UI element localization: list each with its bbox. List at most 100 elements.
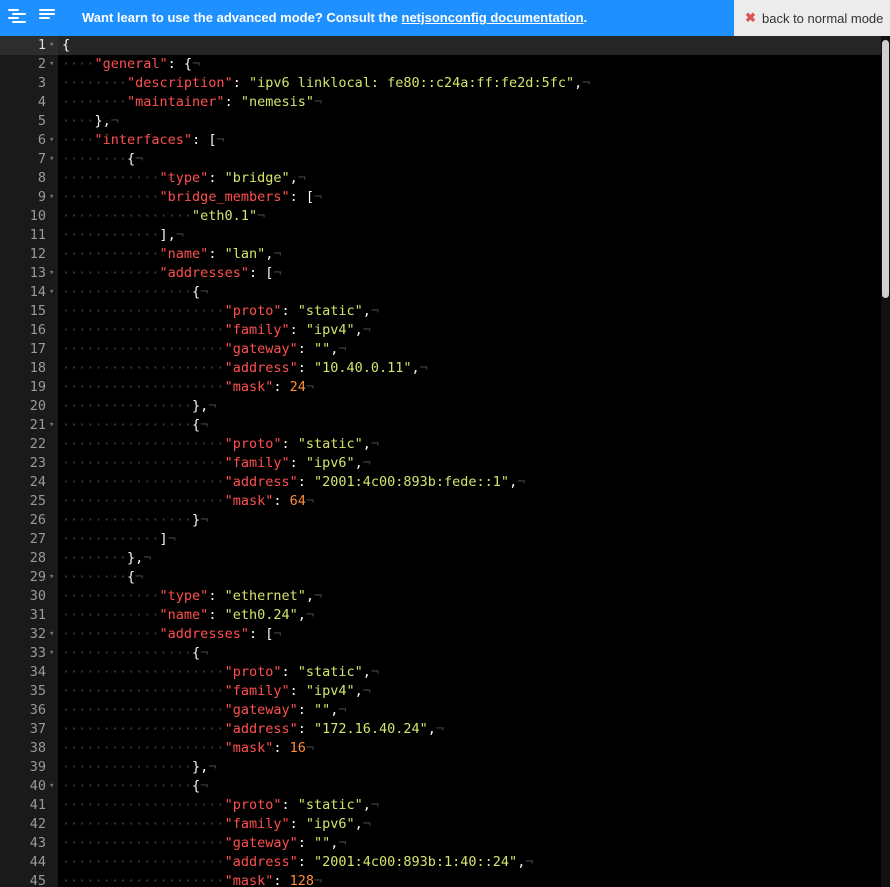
line-number: 9 (37, 189, 46, 205)
code-line[interactable]: 33 ▾ ················{¬ (0, 644, 881, 663)
code-line[interactable]: 7 ▾ ········{¬ (0, 150, 881, 169)
code-line[interactable]: 36 ····················"gateway": "",¬ (0, 701, 881, 720)
code-line[interactable]: 28 ········},¬ (0, 549, 881, 568)
code-line[interactable]: 23 ····················"family": "ipv6",¬ (0, 454, 881, 473)
code-line[interactable]: 45 ····················"mask": 128¬ (0, 872, 881, 887)
json-string: "eth0.1" (192, 208, 258, 224)
code-line[interactable]: 14 ▾ ················{¬ (0, 283, 881, 302)
line-number: 36 (29, 702, 46, 718)
code-line[interactable]: 26 ················}¬ (0, 511, 881, 530)
code-line[interactable]: 37 ····················"address": "172.16… (0, 720, 881, 739)
code-text: ····················"gateway": "",¬ (62, 834, 347, 853)
fold-toggle-icon[interactable]: ▾ (49, 264, 54, 283)
code-line[interactable]: 12 ············"name": "lan",¬ (0, 245, 881, 264)
code-line[interactable]: 20 ················},¬ (0, 397, 881, 416)
json-key: "mask" (224, 379, 274, 395)
code-line[interactable]: 17 ····················"gateway": "",¬ (0, 340, 881, 359)
code-line[interactable]: 41 ····················"proto": "static",… (0, 796, 881, 815)
indent-guide: ············ (62, 588, 160, 604)
line-number: 41 (29, 797, 46, 813)
close-icon: ✖ (745, 10, 756, 25)
fold-toggle-icon[interactable]: ▾ (49, 644, 54, 663)
json-key: "mask" (224, 873, 274, 887)
code-line[interactable]: 19 ····················"mask": 24¬ (0, 378, 881, 397)
end-of-line-marker: ¬ (362, 683, 371, 699)
code-line[interactable]: 4 ········"maintainer": "nemesis"¬ (0, 93, 881, 112)
code-line[interactable]: 10 ················"eth0.1"¬ (0, 207, 881, 226)
code-line[interactable]: 1 ▾ { (0, 36, 881, 55)
end-of-line-marker: ¬ (525, 854, 534, 870)
code-line[interactable]: 15 ····················"proto": "static",… (0, 302, 881, 321)
end-of-line-marker: ¬ (338, 702, 347, 718)
fold-toggle-icon[interactable]: ▾ (49, 188, 54, 207)
code-line[interactable]: 42 ····················"family": "ipv6",¬ (0, 815, 881, 834)
fold-toggle-icon[interactable]: ▾ (49, 625, 54, 644)
fold-toggle-icon[interactable]: ▾ (49, 283, 54, 302)
code-text: ················{¬ (62, 777, 208, 796)
code-line[interactable]: 27 ············]¬ (0, 530, 881, 549)
end-of-line-marker: ¬ (273, 265, 282, 281)
code-line[interactable]: 2 ▾ ····"general": {¬ (0, 55, 881, 74)
json-punctuation: , (297, 607, 306, 623)
code-line[interactable]: 31 ············"name": "eth0.24",¬ (0, 606, 881, 625)
json-editor[interactable]: 1 ▾{2 ▾ ····"general": {¬ 3 ········"descript… (0, 36, 890, 887)
code-text: ············]¬ (62, 530, 176, 549)
scrollbar-thumb[interactable] (882, 40, 889, 298)
documentation-link[interactable]: netjsonconfig documentation (402, 10, 584, 25)
json-punctuation: : (281, 436, 298, 452)
code-lines[interactable]: 1 ▾{2 ▾ ····"general": {¬ 3 ········"descript… (0, 36, 881, 887)
code-line[interactable]: 8 ············"type": "bridge",¬ (0, 169, 881, 188)
code-line[interactable]: 34 ····················"proto": "static",… (0, 663, 881, 682)
code-line[interactable]: 44 ····················"address": "2001:4… (0, 853, 881, 872)
json-punctuation: : [ (248, 626, 274, 642)
code-line[interactable]: 16 ····················"family": "ipv4",¬ (0, 321, 881, 340)
fold-toggle-icon[interactable]: ▾ (49, 36, 54, 55)
code-line[interactable]: 3 ········"description": "ipv6 linklocal:… (0, 74, 881, 93)
code-line[interactable]: 11 ············],¬ (0, 226, 881, 245)
code-line[interactable]: 38 ····················"mask": 16¬ (0, 739, 881, 758)
end-of-line-marker: ¬ (338, 341, 347, 357)
line-number: 45 (29, 873, 46, 887)
fold-toggle-icon[interactable]: ▾ (49, 777, 54, 796)
code-line[interactable]: 30 ············"type": "ethernet",¬ (0, 587, 881, 606)
code-line[interactable]: 24 ····················"address": "2001:4… (0, 473, 881, 492)
json-string: "bridge" (224, 170, 290, 186)
end-of-line-marker: ¬ (200, 512, 209, 528)
format-icon[interactable] (39, 9, 57, 23)
code-line[interactable]: 32 ▾ ············"addresses": [¬ (0, 625, 881, 644)
code-text: ····"interfaces": [¬ (62, 131, 225, 150)
code-text: ········{¬ (62, 150, 143, 169)
code-line[interactable]: 43 ····················"gateway": "",¬ (0, 834, 881, 853)
code-line[interactable]: 9 ▾ ············"bridge_members": [¬ (0, 188, 881, 207)
code-line[interactable]: 13 ▾ ············"addresses": [¬ (0, 264, 881, 283)
code-line[interactable]: 6 ▾ ····"interfaces": [¬ (0, 131, 881, 150)
code-text: ············"addresses": [¬ (62, 625, 281, 644)
code-line[interactable]: 40 ▾ ················{¬ (0, 777, 881, 796)
json-punctuation: : (289, 322, 306, 338)
indent-guide: ···················· (62, 303, 225, 319)
json-string: "static" (297, 303, 363, 319)
code-line[interactable]: 39 ················},¬ (0, 758, 881, 777)
fold-toggle-icon[interactable]: ▾ (49, 416, 54, 435)
vertical-scrollbar[interactable] (881, 36, 890, 887)
fold-toggle-icon[interactable]: ▾ (49, 55, 54, 74)
code-line[interactable]: 18 ····················"address": "10.40.… (0, 359, 881, 378)
json-punctuation: , (574, 75, 583, 91)
code-line[interactable]: 25 ····················"mask": 64¬ (0, 492, 881, 511)
code-line[interactable]: 29 ▾ ········{¬ (0, 568, 881, 587)
code-line[interactable]: 5 ····},¬ (0, 112, 881, 131)
code-line[interactable]: 21 ▾ ················{¬ (0, 416, 881, 435)
line-number: 22 (29, 436, 46, 452)
code-line[interactable]: 22 ····················"proto": "static",… (0, 435, 881, 454)
minify-icon[interactable] (8, 9, 26, 23)
code-text: ····················"mask": 16¬ (62, 739, 314, 758)
code-line[interactable]: 35 ····················"family": "ipv4",¬ (0, 682, 881, 701)
fold-toggle-icon[interactable]: ▾ (49, 131, 54, 150)
fold-toggle-icon[interactable]: ▾ (49, 150, 54, 169)
json-punctuation: { (192, 417, 201, 433)
back-to-normal-mode-button[interactable]: ✖ back to normal mode (734, 0, 890, 36)
json-string: "ipv6 linklocal: fe80::c24a:ff:fe2d:5fc" (248, 75, 575, 91)
indent-guide: ················ (62, 398, 193, 414)
fold-toggle-icon[interactable]: ▾ (49, 568, 54, 587)
code-text: ····················"address": "10.40.0.… (62, 359, 428, 378)
